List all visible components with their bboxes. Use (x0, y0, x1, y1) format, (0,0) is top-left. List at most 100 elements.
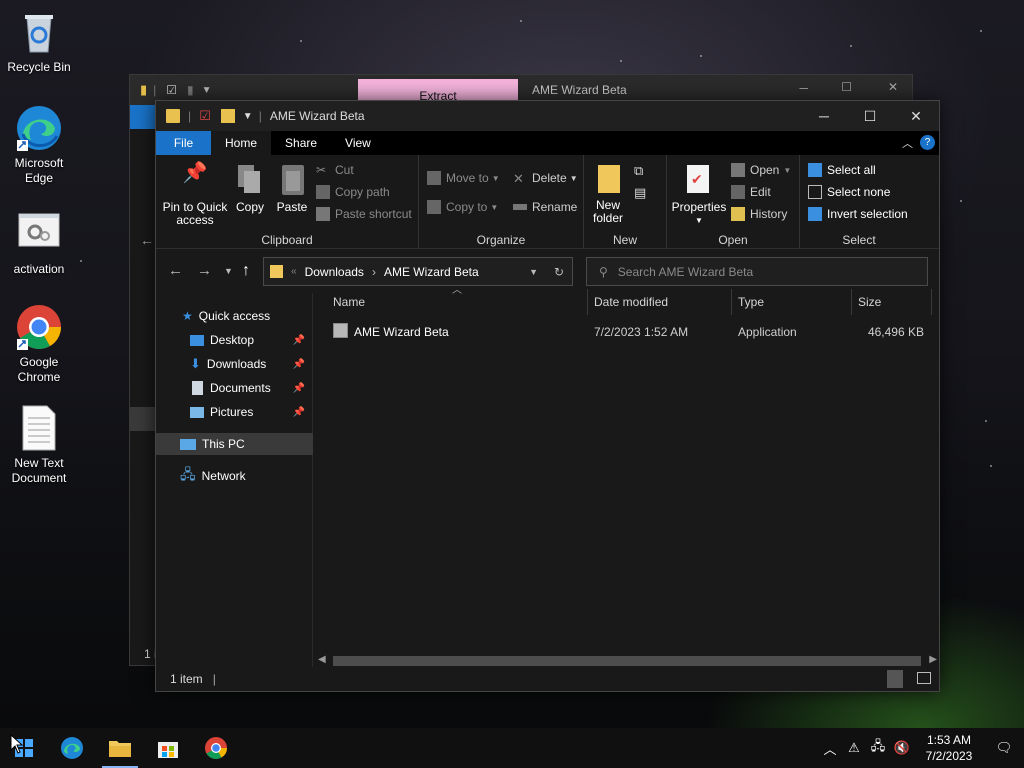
tab-home[interactable]: Home (211, 131, 272, 155)
close-icon[interactable]: ✕ (888, 80, 898, 94)
nav-item-pictures[interactable]: Pictures 📌 (156, 401, 313, 423)
breadcrumb-separator-icon[interactable]: › (372, 265, 376, 279)
file-explorer-window[interactable]: | ☑ ▼ | AME Wizard Beta ─ ☐ ✕ File Home … (155, 100, 940, 692)
properties-check-icon[interactable]: ☑ (199, 108, 211, 124)
nav-item-documents[interactable]: Documents 📌 (156, 377, 313, 399)
scrollbar-thumb[interactable] (333, 656, 921, 666)
security-alert-icon[interactable]: ⚠ (842, 728, 866, 768)
desktop-icon-activation[interactable]: activation (4, 210, 74, 277)
invert-selection-button[interactable]: Invert selection (808, 207, 908, 221)
help-icon[interactable]: ? (920, 135, 935, 150)
desktop-icon-new-text-document[interactable]: New Text Document (4, 404, 74, 486)
delete-button[interactable]: ✕ Delete ▼ (513, 171, 578, 186)
scroll-left-icon[interactable]: ◀ (318, 654, 326, 665)
column-separator[interactable] (931, 289, 932, 315)
pin-icon[interactable]: 📌 (293, 359, 305, 370)
minimize-button[interactable]: ─ (801, 101, 847, 131)
column-separator[interactable] (731, 289, 732, 315)
tab-file[interactable]: File (156, 131, 211, 155)
maximize-button[interactable]: ☐ (847, 101, 893, 131)
network-disconnected-icon[interactable]: 🖧 (866, 728, 890, 768)
copy-path-label: Copy path (335, 185, 390, 199)
desktop-icon-google-chrome[interactable]: Google Chrome (4, 303, 74, 385)
file-size: 46,496 KB (867, 325, 924, 339)
new-folder-button[interactable]: New folder (588, 163, 628, 225)
pin-icon[interactable]: 📌 (293, 335, 305, 346)
pin-icon[interactable]: 📌 (293, 407, 305, 418)
clock[interactable]: 1:53 AM 7/2/2023 (914, 732, 984, 764)
breadcrumb-current[interactable]: AME Wizard Beta (384, 265, 479, 279)
properties-button[interactable]: ✔ Properties ▼ (671, 163, 727, 227)
taskbar-microsoft-store[interactable] (144, 728, 192, 768)
nav-item-desktop[interactable]: Desktop 📌 (156, 329, 313, 351)
taskbar-edge[interactable] (48, 728, 96, 768)
breadcrumb-overflow-icon[interactable]: « (291, 266, 297, 277)
customize-toolbar-icon[interactable]: ▼ (243, 111, 253, 122)
horizontal-scrollbar[interactable]: ◀ ▶ (316, 654, 939, 668)
collapse-ribbon-icon[interactable]: ︿ (902, 135, 913, 151)
scroll-right-icon[interactable]: ▶ (929, 654, 937, 665)
back-arrow-icon[interactable]: ← (140, 232, 154, 248)
select-none-button[interactable]: Select none (808, 185, 890, 199)
up-arrow-icon[interactable]: ↑ (242, 262, 250, 280)
nav-label: Desktop (210, 333, 255, 347)
column-separator[interactable] (587, 289, 588, 315)
cut-button[interactable]: ✂ Cut (316, 163, 354, 177)
start-button[interactable] (0, 728, 48, 768)
new-folder-icon[interactable] (220, 109, 235, 123)
nav-item-downloads[interactable]: ⬇ Downloads 📌 (156, 353, 313, 375)
maximize-icon[interactable]: ☐ (841, 80, 852, 94)
show-hidden-icons-icon[interactable]: ︿ (818, 728, 842, 768)
details-view-icon[interactable] (887, 670, 903, 688)
pin-to-quick-access-button[interactable]: 📌 Pin to Quick access (162, 163, 228, 227)
paste-button[interactable]: Paste (272, 163, 312, 214)
column-header-size[interactable]: Size (858, 285, 881, 319)
new-item-icon[interactable]: ⧉ (634, 163, 643, 179)
address-bar[interactable]: « Downloads › AME Wizard Beta ▼ ↻ (263, 257, 573, 286)
large-icons-view-icon[interactable] (917, 672, 931, 684)
desktop-icon-microsoft-edge[interactable]: Microsoft Edge (4, 104, 74, 186)
window-titlebar[interactable]: | ☑ ▼ | AME Wizard Beta ─ ☐ ✕ (156, 101, 939, 131)
easy-access-icon[interactable]: ▤ (634, 185, 646, 201)
network-icon: 🖧 (180, 466, 196, 482)
background-file-tab[interactable] (130, 105, 156, 129)
breadcrumb-downloads[interactable]: Downloads (305, 265, 364, 279)
forward-arrow-icon[interactable]: → (197, 262, 212, 279)
copy-to-button[interactable]: Copy to ▼ (427, 200, 498, 214)
nav-item-this-pc[interactable]: This PC (156, 433, 313, 455)
chrome-icon (205, 737, 227, 759)
column-separator[interactable] (851, 289, 852, 315)
address-dropdown-icon[interactable]: ▼ (529, 267, 538, 277)
refresh-icon[interactable]: ↻ (554, 265, 564, 279)
close-button[interactable]: ✕ (893, 101, 939, 131)
recent-locations-icon[interactable]: ▼ (224, 266, 233, 276)
back-arrow-icon[interactable]: ← (168, 262, 183, 279)
copy-path-button[interactable]: Copy path (316, 185, 390, 199)
paste-shortcut-button[interactable]: Paste shortcut (316, 207, 412, 221)
column-header-name[interactable]: Name (333, 285, 365, 319)
invert-selection-icon (808, 207, 822, 221)
minimize-icon[interactable]: ─ (799, 81, 808, 95)
taskbar-chrome[interactable] (192, 728, 240, 768)
pin-icon[interactable]: 📌 (293, 383, 305, 394)
clock-date: 7/2/2023 (925, 749, 973, 763)
copy-button[interactable]: Copy (232, 163, 268, 214)
file-row[interactable]: AME Wizard Beta 7/2/2023 1:52 AM Applica… (316, 321, 936, 343)
volume-muted-icon[interactable]: 🔇 (890, 728, 914, 768)
column-header-type[interactable]: Type (738, 285, 764, 319)
open-button[interactable]: Open ▼ (731, 163, 791, 177)
rename-button[interactable]: Rename (513, 200, 577, 214)
tab-share[interactable]: Share (271, 131, 331, 155)
select-all-button[interactable]: Select all (808, 163, 876, 177)
notification-center-icon[interactable]: 🗨 (984, 728, 1024, 768)
nav-item-network[interactable]: 🖧 Network (156, 465, 313, 487)
desktop-icon-recycle-bin[interactable]: Recycle Bin (4, 8, 74, 75)
search-input[interactable]: ⚲ Search AME Wizard Beta (586, 257, 928, 286)
column-header-date-modified[interactable]: Date modified (594, 285, 668, 319)
edit-button[interactable]: Edit (731, 185, 771, 199)
nav-item-quick-access[interactable]: ★ Quick access (156, 305, 313, 327)
history-button[interactable]: History (731, 207, 787, 221)
tab-view[interactable]: View (331, 131, 385, 155)
taskbar-file-explorer[interactable] (96, 728, 144, 768)
move-to-button[interactable]: Move to ▼ (427, 171, 500, 185)
